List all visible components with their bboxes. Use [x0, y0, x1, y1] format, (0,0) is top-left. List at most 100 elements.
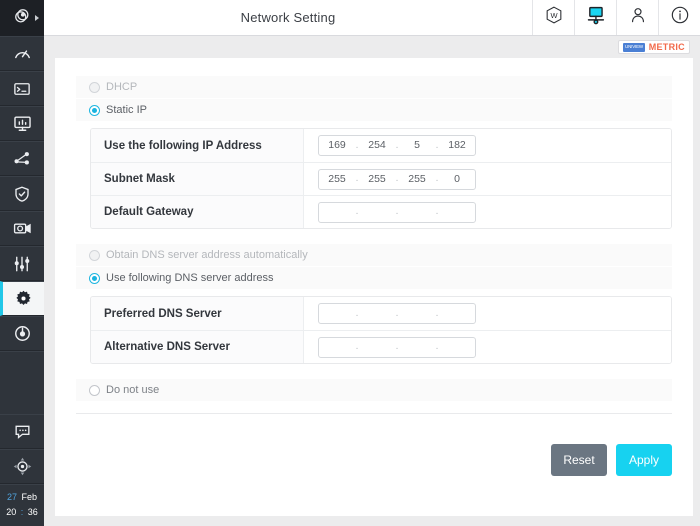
octet-2[interactable]: 254	[359, 136, 395, 155]
octet-2[interactable]: 255	[359, 170, 395, 189]
dns-auto-radio[interactable]	[89, 249, 100, 261]
do-not-use-label: Do not use	[106, 384, 160, 396]
do-not-use-option-row[interactable]: Do not use	[76, 379, 672, 402]
subnet-mask-label: Subnet Mask	[91, 163, 304, 195]
default-gateway-input[interactable]: . . .	[318, 201, 476, 223]
sidebar-item-security[interactable]	[0, 176, 44, 211]
octet-1[interactable]: 255	[319, 170, 355, 189]
octet-dot: .	[355, 307, 359, 319]
camera-gear-icon	[13, 219, 32, 238]
sidebar-item-adjustments[interactable]	[0, 246, 44, 281]
sidebar-clock: 27 Feb 20 : 36	[0, 484, 44, 526]
octet-3[interactable]: 5	[399, 136, 435, 155]
sidebar-item-settings[interactable]	[0, 281, 44, 316]
user-account-icon	[628, 5, 648, 30]
static-ip-option-row[interactable]: Static IP	[76, 99, 672, 122]
app-window: 27 Feb 20 : 36 Network Setting W UNIVIEW…	[0, 0, 700, 526]
sidebar-item-record[interactable]	[0, 316, 44, 351]
ip-settings-table: Use the following IP Address 169 . 254 .…	[90, 128, 672, 229]
gear-icon	[15, 290, 32, 307]
ip-address-input[interactable]: 169 . 254 . 5 . 182	[318, 135, 476, 156]
dns-auto-option-row[interactable]: Obtain DNS server address automatically	[76, 244, 672, 267]
sidebar-item-messages[interactable]	[0, 414, 44, 449]
ip-address-field-cell: 169 . 254 . 5 . 182	[304, 129, 671, 162]
info-icon	[670, 5, 690, 30]
dhcp-radio[interactable]	[89, 81, 100, 93]
sidebar-item-network-share[interactable]	[0, 141, 44, 176]
sidebar-nav	[0, 36, 44, 351]
subnet-mask-field-cell: 255 . 255 . 255 . 0	[304, 163, 671, 195]
shield-check-icon	[13, 185, 31, 203]
settings-card: DHCP Static IP Use the following IP Addr…	[55, 58, 693, 516]
reset-button[interactable]: Reset	[551, 443, 607, 476]
watermark-badge-icon: W	[544, 5, 564, 30]
default-gateway-label: Default Gateway	[91, 196, 304, 228]
sidebar-item-monitor[interactable]	[0, 106, 44, 141]
info-button[interactable]	[658, 0, 700, 35]
clock-separator: :	[20, 507, 24, 517]
octet-1[interactable]: 169	[319, 136, 355, 155]
do-not-use-radio[interactable]	[89, 384, 100, 396]
monitor-chart-icon	[13, 114, 32, 133]
sliders-icon	[13, 255, 31, 273]
sidebar-item-terminal[interactable]	[0, 71, 44, 106]
preferred-dns-label: Preferred DNS Server	[91, 297, 304, 330]
uniview-logo-text: UNIVIEW	[624, 43, 643, 50]
octet-dot: .	[395, 206, 399, 217]
octet-4[interactable]: 182	[439, 136, 475, 155]
network-monitor-icon	[585, 5, 606, 31]
dns-manual-radio[interactable]	[89, 272, 100, 284]
sidebar-item-dashboard[interactable]	[0, 36, 44, 71]
dns-auto-label: Obtain DNS server address automatically	[106, 249, 308, 261]
clock-minute: 36	[27, 507, 38, 517]
dns-settings-table: Preferred DNS Server . . . Alternative D…	[90, 296, 672, 364]
clock-date: 27 Feb	[0, 489, 44, 504]
clock-time: 20 : 36	[0, 504, 44, 519]
svg-text:W: W	[550, 11, 558, 20]
clock-hour: 20	[6, 507, 17, 517]
apply-button[interactable]: Apply	[616, 443, 672, 476]
dns-manual-option-row[interactable]: Use following DNS server address	[76, 267, 672, 290]
octet-dot: .	[395, 341, 399, 352]
clock-month: Feb	[21, 492, 37, 502]
octet-dot: .	[355, 206, 359, 217]
watermark-badge-button[interactable]: W	[532, 0, 574, 35]
preferred-dns-input[interactable]: . . .	[318, 303, 476, 324]
metric-badge[interactable]: UNIVIEW METRIC	[617, 40, 690, 54]
gauge-icon	[13, 44, 32, 63]
sidebar-item-camera[interactable]	[0, 211, 44, 246]
octet-3[interactable]: 255	[399, 170, 435, 189]
octet-dot: .	[435, 206, 439, 217]
clock-day: 27	[7, 492, 18, 502]
record-target-icon	[13, 324, 32, 343]
metric-label: METRIC	[648, 42, 685, 52]
preferred-dns-field-cell: . . .	[304, 297, 671, 330]
user-account-button[interactable]	[616, 0, 658, 35]
metric-bar: UNIVIEW METRIC	[44, 36, 700, 58]
dns-manual-label: Use following DNS server address	[106, 272, 274, 284]
dhcp-option-row[interactable]: DHCP	[76, 76, 672, 99]
form-actions: Reset Apply	[76, 414, 672, 516]
octet-dot: .	[435, 307, 439, 319]
table-row: Preferred DNS Server . . .	[91, 297, 671, 330]
static-ip-radio[interactable]	[89, 104, 100, 116]
ptz-joystick-icon	[12, 456, 33, 477]
chat-bubble-icon	[13, 422, 32, 441]
table-row: Use the following IP Address 169 . 254 .…	[91, 129, 671, 162]
sidebar-spacer	[0, 351, 44, 414]
sidebar-bottom-nav: 27 Feb 20 : 36	[0, 414, 44, 526]
alternative-dns-label: Alternative DNS Server	[91, 331, 304, 363]
octet-dot: .	[355, 341, 359, 352]
network-monitor-button[interactable]	[574, 0, 616, 35]
atom-logo-icon	[12, 6, 32, 31]
static-ip-label: Static IP	[106, 104, 147, 116]
table-row: Alternative DNS Server . . .	[91, 330, 671, 363]
app-logo[interactable]	[0, 0, 44, 36]
page-title: Network Setting	[240, 10, 336, 25]
subnet-mask-input[interactable]: 255 . 255 . 255 . 0	[318, 168, 476, 190]
sidebar-item-ptz-control[interactable]	[0, 449, 44, 484]
octet-4[interactable]: 0	[439, 170, 475, 189]
alternative-dns-input[interactable]: . . .	[318, 336, 476, 358]
